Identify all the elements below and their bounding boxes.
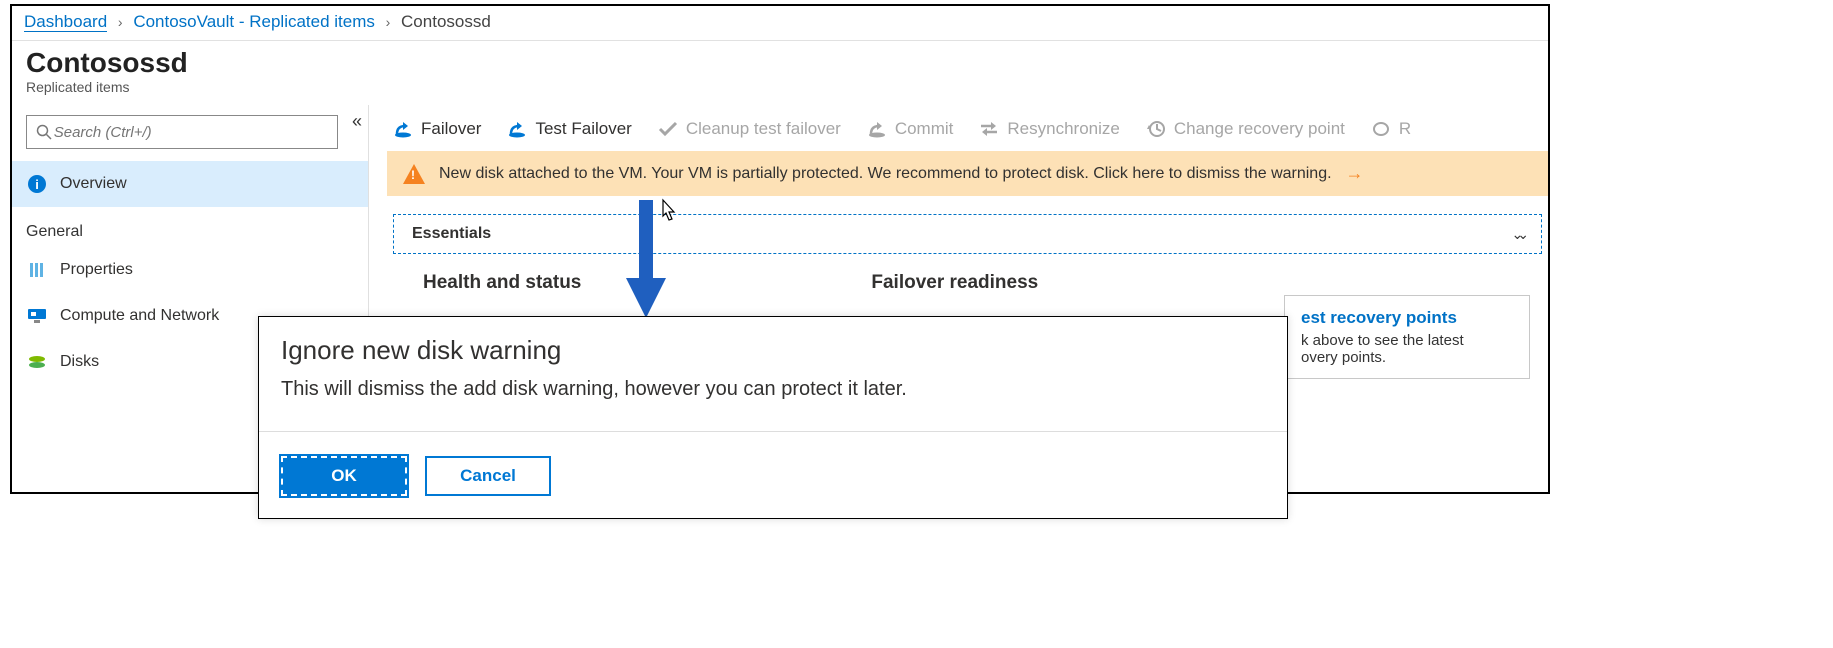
toolbar-label: Cleanup test failover <box>686 119 841 139</box>
section-failover-readiness: Failover readiness <box>871 272 1038 294</box>
breadcrumb-current: Contosossd <box>401 12 491 31</box>
search-input[interactable] <box>54 124 329 141</box>
toolbar-label: R <box>1399 119 1411 139</box>
toolbar-label: Failover <box>421 119 481 139</box>
search-icon <box>35 122 54 142</box>
sidebar-item-label: Properties <box>60 261 133 279</box>
warning-icon <box>403 164 425 184</box>
compute-network-icon <box>26 305 48 327</box>
test-failover-icon <box>507 119 527 139</box>
resync-icon <box>979 119 999 139</box>
toolbar-label: Test Failover <box>535 119 631 139</box>
sidebar-item-label: Overview <box>60 175 127 193</box>
toolbar-label: Resynchronize <box>1007 119 1119 139</box>
svg-text:i: i <box>35 177 39 192</box>
test-failover-button[interactable]: Test Failover <box>507 119 631 139</box>
collapse-sidebar-icon[interactable]: « <box>352 111 362 132</box>
search-input-wrap[interactable] <box>26 115 338 149</box>
recovery-points-card: est recovery points k above to see the l… <box>1284 295 1530 379</box>
sidebar-item-label: Disks <box>60 353 99 371</box>
failover-button[interactable]: Failover <box>393 119 481 139</box>
toolbar-label: Change recovery point <box>1174 119 1345 139</box>
sidebar-item-label: Compute and Network <box>60 307 219 325</box>
cleanup-button: Cleanup test failover <box>658 119 841 139</box>
page-title: Contosossd <box>26 47 1534 79</box>
essentials-panel[interactable]: Essentials ⌄⌄ <box>393 214 1542 254</box>
warning-banner[interactable]: New disk attached to the VM. Your VM is … <box>387 151 1548 196</box>
toolbar-label: Commit <box>895 119 954 139</box>
sidebar-section-general: General <box>12 207 368 247</box>
chevron-double-down-icon: ⌄⌄ <box>1512 226 1523 243</box>
resync-button: Resynchronize <box>979 119 1119 139</box>
sidebar-item-properties[interactable]: Properties <box>12 247 368 293</box>
chevron-right-icon: › <box>386 14 391 30</box>
ok-button[interactable]: OK <box>281 456 407 496</box>
chevron-right-icon: › <box>118 14 123 30</box>
disks-icon <box>26 351 48 373</box>
dialog-body: This will dismiss the add disk warning, … <box>281 378 1265 401</box>
ignore-disk-dialog: Ignore new disk warning This will dismis… <box>258 316 1288 519</box>
sidebar-item-overview[interactable]: i Overview <box>12 161 368 207</box>
warning-text: New disk attached to the VM. Your VM is … <box>439 165 1332 183</box>
history-icon <box>1146 119 1166 139</box>
info-icon: i <box>26 173 48 195</box>
failover-icon <box>393 119 413 139</box>
recovery-points-title: est recovery points <box>1301 308 1513 328</box>
dialog-title: Ignore new disk warning <box>281 335 1265 366</box>
section-health-status: Health and status <box>423 272 581 294</box>
sync-icon <box>1371 119 1391 139</box>
breadcrumb-vault[interactable]: ContosoVault - Replicated items <box>133 12 375 31</box>
toolbar-overflow: R <box>1371 119 1411 139</box>
arrow-right-icon: → <box>1346 163 1364 184</box>
breadcrumb-dashboard[interactable]: Dashboard <box>24 12 107 32</box>
recovery-points-body-2: overy points. <box>1301 349 1386 366</box>
checkmark-icon <box>658 119 678 139</box>
page-subtitle: Replicated items <box>26 79 1534 95</box>
breadcrumb: Dashboard › ContosoVault - Replicated it… <box>12 6 1548 41</box>
commit-icon <box>867 119 887 139</box>
cancel-button[interactable]: Cancel <box>425 456 551 496</box>
commit-button: Commit <box>867 119 954 139</box>
recovery-points-body-1: k above to see the latest <box>1301 332 1464 349</box>
essentials-label: Essentials <box>412 225 491 243</box>
properties-icon <box>26 259 48 281</box>
change-recovery-button: Change recovery point <box>1146 119 1345 139</box>
